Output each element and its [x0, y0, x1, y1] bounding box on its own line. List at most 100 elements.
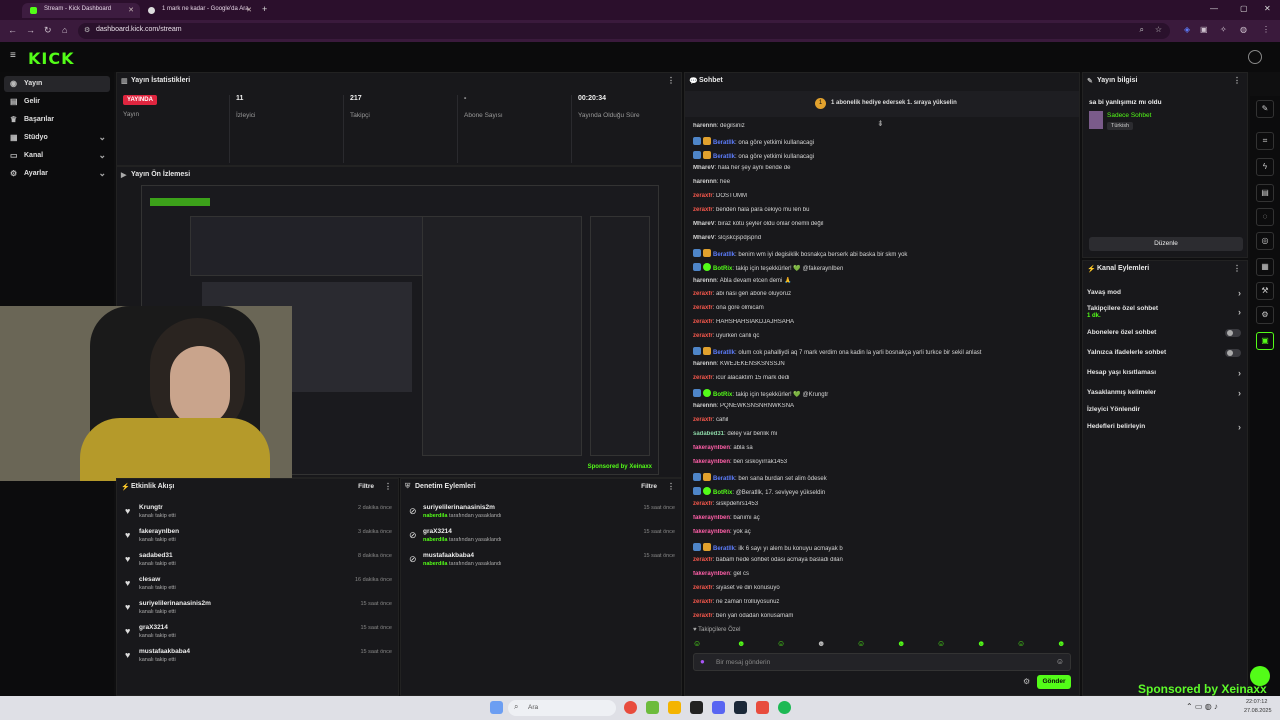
new-tab-button[interactable]: +	[262, 4, 267, 14]
xbox-app-icon[interactable]	[646, 701, 659, 714]
lightning-icon[interactable]: ϟ	[1256, 158, 1274, 176]
file-explorer-icon[interactable]	[668, 701, 681, 714]
chat-username[interactable]: fakeraynIben	[693, 529, 730, 535]
more-options-icon[interactable]: ⋮	[667, 482, 675, 491]
chat-input-placeholder[interactable]: Bir mesaj gönderin	[716, 659, 770, 666]
chat-username[interactable]: MhareV	[693, 165, 715, 171]
more-options-icon[interactable]: ⋮	[1233, 264, 1241, 273]
chat-username[interactable]: zeraxfr	[693, 613, 713, 619]
chat-username[interactable]: Beratllk	[713, 140, 735, 146]
emote-icon[interactable]: ☻	[897, 639, 905, 648]
calendar-icon[interactable]: ▦	[1256, 258, 1274, 276]
chat-bubble-icon[interactable]: ◌	[1256, 208, 1274, 226]
crop-icon[interactable]: ⌗	[1256, 132, 1274, 150]
filter-button[interactable]: Filtre	[641, 483, 657, 490]
filter-button[interactable]: Filtre	[358, 483, 374, 490]
chat-username[interactable]: zeraxfr	[693, 599, 713, 605]
moderator-name[interactable]: naberdila	[423, 537, 447, 543]
chat-username[interactable]: zeraxfr	[693, 207, 713, 213]
chat-username[interactable]: zeraxfr	[693, 501, 713, 507]
minimize-icon[interactable]: —	[1210, 4, 1218, 13]
action-emote-only[interactable]: Yalnızca ifadelerle sohbet	[1087, 349, 1241, 365]
profile-icon[interactable]: ◍	[1240, 25, 1247, 34]
activity-user[interactable]: suriyelilerinanasinis2m	[139, 600, 211, 607]
chat-username[interactable]: zeraxfr	[693, 557, 713, 563]
document-icon[interactable]: ▤	[1256, 184, 1274, 202]
emote-icon[interactable]: ☺	[937, 639, 945, 648]
chat-username[interactable]: Beratllk	[713, 546, 735, 552]
maximize-icon[interactable]: ▢	[1240, 4, 1248, 13]
chat-username[interactable]: BotRix	[713, 392, 732, 398]
chat-username[interactable]: harennn	[693, 278, 717, 284]
action-account-age[interactable]: Hesap yaşı kısıtlaması ›	[1087, 368, 1241, 385]
stream-tag[interactable]: Türkish	[1107, 122, 1134, 130]
emote-icon[interactable]: ☺	[777, 639, 785, 648]
sidebar-item-ayarlar[interactable]: ⚙ Ayarlar ⌄	[4, 166, 110, 182]
chat-username[interactable]: harennn	[693, 403, 717, 409]
chat-username[interactable]: fakeraynIben	[693, 515, 730, 521]
chat-username[interactable]: Beratllk	[713, 476, 735, 482]
action-followers-only[interactable]: Takipçilere özel sohbet 1 dk. ›	[1087, 305, 1241, 321]
taskbar-search[interactable]: ⌕ Ara	[508, 700, 616, 716]
chat-username[interactable]: Beratllk	[713, 252, 735, 258]
chat-username[interactable]: harennn	[693, 361, 717, 367]
obs-app-icon[interactable]	[690, 701, 703, 714]
extension-icon[interactable]: ◈	[1184, 25, 1190, 34]
chat-username[interactable]: fakeraynIben	[693, 459, 730, 465]
browser-tab[interactable]: 1 mark ne kadar - Google'da Ara ✕	[140, 3, 258, 18]
chat-username[interactable]: zeraxfr	[693, 585, 713, 591]
chat-username[interactable]: sadabed31	[693, 431, 724, 437]
moderator-name[interactable]: naberdila	[423, 513, 447, 519]
spotify-app-icon[interactable]	[778, 701, 791, 714]
discord-app-icon[interactable]	[712, 701, 725, 714]
chat-username[interactable]: zeraxfr	[693, 319, 713, 325]
chat-username[interactable]: MhareV	[693, 221, 715, 227]
chat-username[interactable]: fakeraynIben	[693, 445, 730, 451]
sidebar-item-yayin[interactable]: ◉ Yayın	[4, 76, 110, 92]
toggle-switch[interactable]	[1225, 349, 1241, 357]
settings-icon[interactable]: ⚙	[1256, 306, 1274, 324]
category-name[interactable]: Sadece Sohbet	[1107, 112, 1151, 119]
more-options-icon[interactable]: ⋮	[384, 482, 392, 491]
chat-username[interactable]: zeraxfr	[693, 375, 713, 381]
chat-settings-icon[interactable]: ⚙	[1023, 677, 1030, 686]
sidebar-item-basarilar[interactable]: ♛ Başarılar	[4, 112, 110, 128]
chat-username[interactable]: Beratllk	[713, 350, 735, 356]
window-close-icon[interactable]: ✕	[1264, 4, 1271, 13]
emote-icon[interactable]: ☻	[737, 639, 745, 648]
start-icon[interactable]	[490, 701, 503, 714]
activity-user[interactable]: mustafaakbaba4	[139, 648, 190, 655]
site-info-icon[interactable]: ⚙	[84, 26, 90, 34]
moderation-user[interactable]: suriyelilerinanasinis2m	[423, 504, 495, 511]
action-slow-mode[interactable]: Yavaş mod ›	[1087, 288, 1241, 305]
chat-username[interactable]: BotRix	[713, 266, 732, 272]
action-banned-words[interactable]: Yasaklanmış kelimeler ›	[1087, 388, 1241, 405]
toggle-switch[interactable]	[1225, 329, 1241, 337]
chat-username[interactable]: zeraxfr	[693, 193, 713, 199]
taskbar-date[interactable]: 27.08.2025	[1244, 708, 1272, 714]
taskbar-clock[interactable]: 22:07:12	[1246, 699, 1267, 705]
steam-app-icon[interactable]	[734, 701, 747, 714]
moderator-name[interactable]: naberdila	[423, 561, 447, 567]
sidebar-item-gelir[interactable]: ▤ Gelir	[4, 94, 110, 110]
chat-username[interactable]: fakeraynIben	[693, 571, 730, 577]
emoji-picker-icon[interactable]: ☺	[1056, 657, 1064, 666]
reload-icon[interactable]: ↻	[44, 25, 52, 36]
home-icon[interactable]: ⌂	[62, 25, 67, 35]
tray-icons[interactable]: ⌃ ▭ ◍ ♪	[1186, 702, 1218, 711]
more-options-icon[interactable]: ⋮	[1233, 76, 1241, 85]
action-set-goals[interactable]: Hedefleri belirleyin ›	[1087, 422, 1241, 439]
close-icon[interactable]: ✕	[128, 6, 134, 14]
bookmark-star-icon[interactable]: ☆	[1155, 25, 1162, 34]
address-bar[interactable]: ⚙ dashboard.kick.com/stream ⌕ ☆	[78, 23, 1170, 39]
kick-logo[interactable]: KICK	[28, 49, 75, 68]
emote-icon[interactable]: ☺	[693, 639, 701, 648]
sidebar-item-studyo[interactable]: ▦ Stüdyo ⌄	[4, 130, 110, 146]
back-icon[interactable]: ←	[8, 25, 17, 35]
moderation-user[interactable]: mustafaakbaba4	[423, 552, 474, 559]
activity-user[interactable]: Krungtr	[139, 504, 163, 511]
gift-goal-banner[interactable]: 1 1 abonelik hediye edersek 1. sıraya yü…	[685, 91, 1079, 117]
clip-icon[interactable]: ▣	[1256, 332, 1274, 350]
broadcast-icon[interactable]: ◎	[1256, 232, 1274, 250]
activity-user[interactable]: fakeraynIben	[139, 528, 179, 535]
